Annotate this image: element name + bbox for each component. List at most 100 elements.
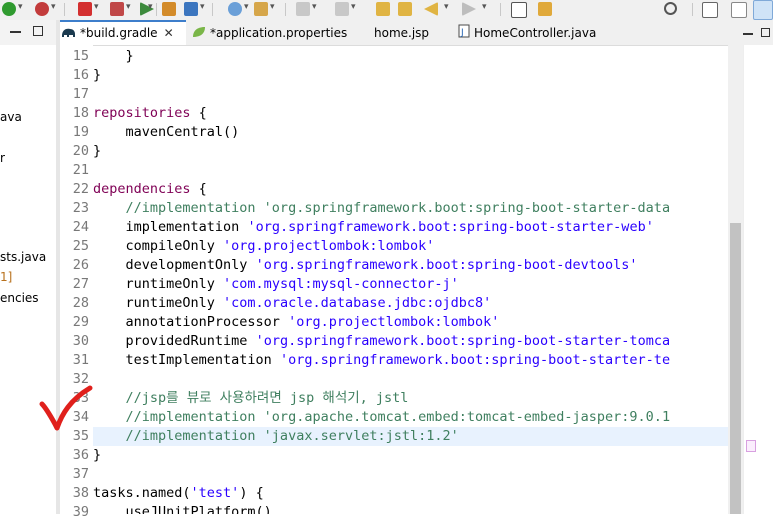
refactor-icon[interactable] bbox=[538, 2, 552, 16]
code-line[interactable]: //jsp를 뷰로 사용하려면 jsp 해석기, jstl bbox=[93, 389, 728, 408]
code-token: //jsp를 뷰로 사용하려면 jsp 해석기, jstl bbox=[93, 390, 409, 406]
line-number: 25 bbox=[72, 238, 89, 254]
maximize-editor-icon[interactable] bbox=[761, 28, 770, 37]
terminal-icon[interactable] bbox=[511, 2, 527, 18]
stop-icon[interactable] bbox=[78, 2, 92, 16]
next-annotation-dropdown-icon[interactable]: ▾ bbox=[312, 2, 317, 12]
forward-dropdown-icon[interactable]: ▾ bbox=[482, 2, 487, 12]
maximize-icon[interactable] bbox=[33, 26, 43, 36]
open-perspective-icon[interactable] bbox=[702, 2, 718, 18]
debug-icon[interactable] bbox=[35, 2, 49, 16]
tab-label: home.jsp bbox=[374, 26, 430, 40]
code-line[interactable]: implementation 'org.springframework.boot… bbox=[93, 218, 728, 237]
tab-application-properties[interactable]: *application.properties bbox=[192, 20, 352, 45]
vertical-scrollbar[interactable] bbox=[728, 45, 743, 514]
line-number: 30 bbox=[72, 333, 89, 349]
code-line[interactable]: compileOnly 'org.projectlombok:lombok' bbox=[93, 237, 728, 256]
code-line[interactable]: annotationProcessor 'org.projectlombok:l… bbox=[93, 313, 728, 332]
main-toolbar: ▾ ▾ ▾ ▾ ▾ ▾ ▾ ▾ ▾ ▾ ▾ ▾ bbox=[0, 0, 773, 20]
code-line[interactable]: testImplementation 'org.springframework.… bbox=[93, 351, 728, 370]
minimize-icon[interactable] bbox=[10, 31, 21, 33]
code-token: runtimeOnly bbox=[93, 295, 224, 311]
code-line[interactable]: } bbox=[93, 446, 728, 465]
code-token: } bbox=[93, 447, 102, 463]
code-line[interactable]: useJUnitPlatform() bbox=[93, 503, 728, 514]
run-icon[interactable] bbox=[2, 2, 16, 16]
toolbar-separator bbox=[156, 3, 157, 16]
code-token: //implementation 'org.springframework.bo… bbox=[93, 200, 671, 216]
code-line[interactable]: runtimeOnly 'com.oracle.database.jdbc:oj… bbox=[93, 294, 728, 313]
code-token: 'test' bbox=[190, 485, 240, 501]
stop-dropdown-icon[interactable]: ▾ bbox=[94, 2, 99, 12]
java-ee-perspective-icon[interactable] bbox=[731, 2, 747, 18]
code-token: } bbox=[93, 67, 102, 83]
line-number: 34 bbox=[72, 409, 89, 425]
code-line[interactable] bbox=[93, 465, 728, 484]
quick-access-search-icon[interactable] bbox=[664, 2, 677, 15]
package-explorer-header bbox=[0, 20, 56, 45]
line-number: 39 bbox=[72, 504, 89, 520]
tab-build-gradle[interactable]: *build.gradle ✕ bbox=[60, 20, 186, 45]
back-dropdown-icon[interactable]: ▾ bbox=[444, 2, 449, 12]
search-dropdown-icon[interactable]: ▾ bbox=[200, 2, 205, 12]
last-edit-icon[interactable] bbox=[376, 2, 390, 16]
code-token: implementation bbox=[93, 219, 248, 235]
code-line[interactable]: tasks.named('test') { bbox=[93, 484, 728, 503]
code-line[interactable]: } bbox=[93, 47, 728, 66]
code-line[interactable]: runtimeOnly 'com.mysql:mysql-connector-j… bbox=[93, 275, 728, 294]
code-token: providedRuntime bbox=[93, 333, 256, 349]
code-line[interactable]: mavenCentral() bbox=[93, 123, 728, 142]
run-dropdown-icon[interactable]: ▾ bbox=[18, 2, 23, 12]
build-dropdown-icon[interactable]: ▾ bbox=[148, 2, 153, 12]
code-line[interactable]: } bbox=[93, 66, 728, 85]
line-number: 36 bbox=[72, 447, 89, 463]
back-icon[interactable] bbox=[424, 2, 438, 16]
code-line[interactable]: //implementation 'javax.servlet:jstl:1.2… bbox=[93, 427, 728, 446]
code-token: 'org.springframework.boot:spring-boot-st… bbox=[255, 333, 671, 349]
code-line[interactable] bbox=[93, 370, 728, 389]
last-edit-forward-icon[interactable] bbox=[398, 2, 412, 16]
code-line[interactable] bbox=[93, 85, 728, 104]
code-line[interactable]: dependencies { bbox=[93, 180, 728, 199]
line-number: 16 bbox=[72, 67, 89, 83]
tree-item[interactable]: encies bbox=[0, 291, 39, 305]
scrollbar-thumb[interactable] bbox=[730, 223, 741, 514]
search-icon[interactable] bbox=[184, 2, 198, 16]
tree-item[interactable]: 1] bbox=[0, 270, 12, 284]
code-editor[interactable]: }} repositories { mavenCentral()} dependen… bbox=[93, 45, 728, 514]
code-token: //implementation 'org.apache.tomcat.embe… bbox=[93, 409, 671, 425]
open-task-icon[interactable] bbox=[254, 2, 268, 16]
line-number: 28 bbox=[72, 295, 89, 311]
open-task-dropdown-icon[interactable]: ▾ bbox=[270, 2, 275, 12]
next-annotation-icon[interactable] bbox=[296, 2, 310, 16]
code-line[interactable] bbox=[93, 161, 728, 180]
tree-item[interactable]: r bbox=[0, 151, 5, 165]
open-type-dropdown-icon[interactable]: ▾ bbox=[244, 2, 249, 12]
tab-home-jsp[interactable]: home.jsp bbox=[374, 20, 444, 45]
code-line[interactable]: } bbox=[93, 142, 728, 161]
code-line[interactable]: repositories { bbox=[93, 104, 728, 123]
spring-leaf-icon bbox=[192, 21, 206, 47]
open-type-icon[interactable] bbox=[228, 2, 242, 16]
prev-annotation-icon[interactable] bbox=[335, 2, 349, 16]
debug-dropdown-icon[interactable]: ▾ bbox=[51, 2, 56, 12]
line-number-gutter: 15 16 17 18 19 20 21 22 23 24 25 26 27 28 29 30 31 32 33 34… bbox=[60, 45, 93, 520]
tab-home-controller[interactable]: J HomeController.java bbox=[458, 20, 608, 45]
overview-ruler-mark[interactable] bbox=[746, 440, 756, 452]
minimize-editor-icon[interactable] bbox=[743, 33, 753, 35]
external-tools-icon[interactable] bbox=[110, 2, 124, 16]
code-line[interactable]: //implementation 'org.springframework.bo… bbox=[93, 199, 728, 218]
new-icon[interactable] bbox=[162, 2, 176, 16]
code-token: developmentOnly bbox=[93, 257, 256, 273]
code-line[interactable]: providedRuntime 'org.springframework.boo… bbox=[93, 332, 728, 351]
external-tools-dropdown-icon[interactable]: ▾ bbox=[126, 2, 131, 12]
tree-item[interactable]: sts.java bbox=[0, 250, 46, 264]
code-line[interactable]: developmentOnly 'org.springframework.boo… bbox=[93, 256, 728, 275]
prev-annotation-dropdown-icon[interactable]: ▾ bbox=[351, 2, 356, 12]
tree-item[interactable]: ava bbox=[0, 110, 22, 124]
toolbar-separator bbox=[285, 3, 286, 16]
forward-icon[interactable] bbox=[462, 2, 476, 16]
java-perspective-icon[interactable] bbox=[753, 0, 773, 20]
close-icon[interactable]: ✕ bbox=[164, 22, 174, 44]
code-line[interactable]: //implementation 'org.apache.tomcat.embe… bbox=[93, 408, 728, 427]
